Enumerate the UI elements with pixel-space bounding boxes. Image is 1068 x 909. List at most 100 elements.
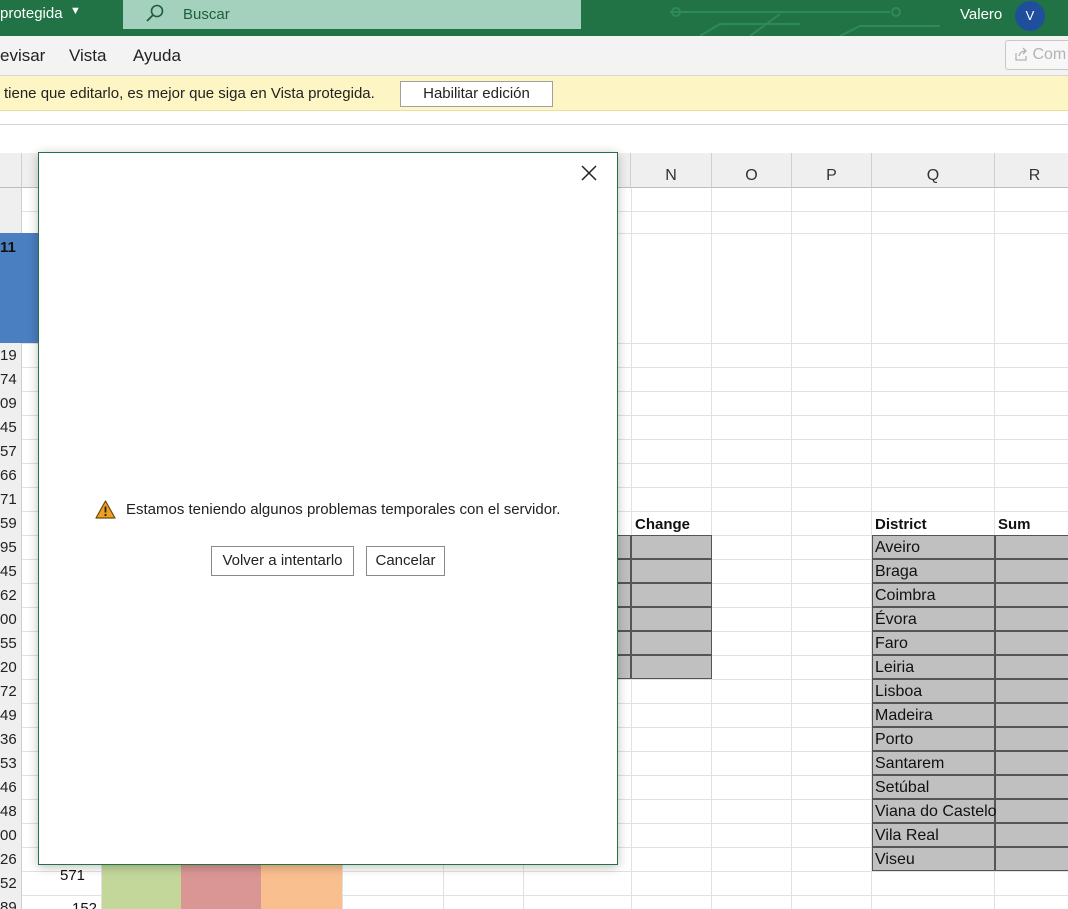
row-label: 53 — [0, 755, 17, 772]
column-header-n[interactable]: N — [631, 153, 712, 188]
column-header-partial[interactable] — [0, 153, 22, 188]
district-cell[interactable]: Faro — [872, 631, 995, 655]
enable-editing-button[interactable]: Habilitar edición — [400, 81, 553, 107]
title-bar: protegida ▼ Buscar Valero V — [0, 0, 1068, 36]
district-cell[interactable]: Viseu — [872, 847, 995, 871]
district-cell[interactable]: Santarem — [872, 751, 995, 775]
orange-cell[interactable] — [261, 863, 342, 909]
green-cell[interactable] — [102, 863, 181, 909]
table-cell[interactable] — [631, 655, 712, 679]
row-label: 49 — [0, 707, 17, 724]
district-cell[interactable]: Madeira — [872, 703, 995, 727]
sum-cell[interactable] — [995, 583, 1068, 607]
row-header[interactable]: 20 — [0, 655, 22, 679]
cell-value[interactable]: 571 — [60, 867, 85, 884]
protected-view-bar: tiene que editarlo, es mejor que siga en… — [0, 76, 1068, 111]
row-label: 48 — [0, 803, 17, 820]
row-label: 89 — [0, 899, 17, 909]
row-header[interactable]: 59 — [0, 511, 22, 535]
column-header-q[interactable]: Q — [872, 153, 995, 188]
sum-cell[interactable] — [995, 823, 1068, 847]
column-header-r[interactable]: R — [995, 153, 1068, 188]
table-cell[interactable] — [631, 535, 712, 559]
sum-cell[interactable] — [995, 847, 1068, 871]
district-cell[interactable]: Vila Real — [872, 823, 995, 847]
close-icon[interactable] — [579, 163, 599, 183]
cancel-button[interactable]: Cancelar — [366, 546, 445, 576]
sum-cell[interactable] — [995, 703, 1068, 727]
chevron-down-icon[interactable]: ▼ — [70, 5, 81, 17]
row-label: 52 — [0, 875, 17, 892]
menu-revisar[interactable]: evisar — [0, 46, 45, 66]
row-header[interactable]: 66 — [0, 463, 22, 487]
row-header[interactable]: 55 — [0, 631, 22, 655]
row-header[interactable]: 49 — [0, 703, 22, 727]
retry-button[interactable]: Volver a intentarlo — [211, 546, 354, 576]
column-header-o[interactable]: O — [712, 153, 792, 188]
row-header[interactable]: 89 — [0, 895, 22, 909]
row-label: 59 — [0, 515, 17, 532]
row-label: 09 — [0, 395, 17, 412]
sum-cell[interactable] — [995, 775, 1068, 799]
red-cell[interactable] — [181, 863, 261, 909]
district-cell[interactable]: Leiria — [872, 655, 995, 679]
formula-bar-area — [0, 124, 1068, 152]
row-header[interactable]: 95 — [0, 535, 22, 559]
sum-cell[interactable] — [995, 631, 1068, 655]
row-label: 45 — [0, 419, 17, 436]
avatar[interactable]: V — [1015, 1, 1045, 31]
row-header[interactable]: 52 — [0, 871, 22, 895]
district-cell[interactable]: Braga — [872, 559, 995, 583]
sum-cell[interactable] — [995, 655, 1068, 679]
row-header[interactable] — [0, 211, 22, 233]
row-header[interactable]: 62 — [0, 583, 22, 607]
menu-ayuda[interactable]: Ayuda — [133, 46, 181, 66]
row-header[interactable]: 26 — [0, 847, 22, 871]
row-header[interactable] — [0, 188, 22, 211]
row-header[interactable]: 19 — [0, 343, 22, 367]
protected-view-message: tiene que editarlo, es mejor que siga en… — [4, 85, 375, 102]
row-header[interactable]: 72 — [0, 679, 22, 703]
table-cell[interactable] — [631, 559, 712, 583]
district-cell[interactable]: Viana do Castelo — [872, 799, 997, 823]
district-cell[interactable]: Évora — [872, 607, 995, 631]
row-header[interactable]: 00 — [0, 823, 22, 847]
row-header[interactable]: 57 — [0, 439, 22, 463]
search-box[interactable]: Buscar — [123, 0, 581, 29]
row-header[interactable]: 74 — [0, 367, 22, 391]
row-header[interactable]: 45 — [0, 415, 22, 439]
district-cell[interactable]: Aveiro — [872, 535, 995, 559]
header-cell-blue: 11 — [0, 233, 40, 343]
sum-cell[interactable] — [995, 727, 1068, 751]
district-cell[interactable]: Porto — [872, 727, 995, 751]
row-label: 95 — [0, 539, 17, 556]
search-icon — [146, 4, 164, 22]
row-header[interactable]: 46 — [0, 775, 22, 799]
share-label: Com — [1032, 46, 1067, 63]
sum-cell[interactable] — [995, 535, 1068, 559]
share-button[interactable]: Com — [1005, 40, 1068, 70]
document-title[interactable]: protegida — [0, 5, 63, 22]
table-cell[interactable] — [631, 583, 712, 607]
row-header[interactable]: 45 — [0, 559, 22, 583]
row-header[interactable]: 48 — [0, 799, 22, 823]
row-header[interactable]: 53 — [0, 751, 22, 775]
row-header[interactable]: 09 — [0, 391, 22, 415]
sum-cell[interactable] — [995, 799, 1068, 823]
row-header[interactable]: 71 — [0, 487, 22, 511]
table-cell[interactable] — [631, 631, 712, 655]
district-cell[interactable]: Coimbra — [872, 583, 995, 607]
sum-cell[interactable] — [995, 679, 1068, 703]
row-label: 19 — [0, 347, 17, 364]
sum-cell[interactable] — [995, 559, 1068, 583]
row-header[interactable]: 36 — [0, 727, 22, 751]
column-header-p[interactable]: P — [792, 153, 872, 188]
table-cell[interactable] — [631, 607, 712, 631]
cell-value[interactable]: 152 — [72, 900, 97, 909]
menu-vista[interactable]: Vista — [69, 46, 107, 66]
sum-cell[interactable] — [995, 607, 1068, 631]
row-header[interactable]: 00 — [0, 607, 22, 631]
district-cell[interactable]: Setúbal — [872, 775, 995, 799]
sum-cell[interactable] — [995, 751, 1068, 775]
district-cell[interactable]: Lisboa — [872, 679, 995, 703]
